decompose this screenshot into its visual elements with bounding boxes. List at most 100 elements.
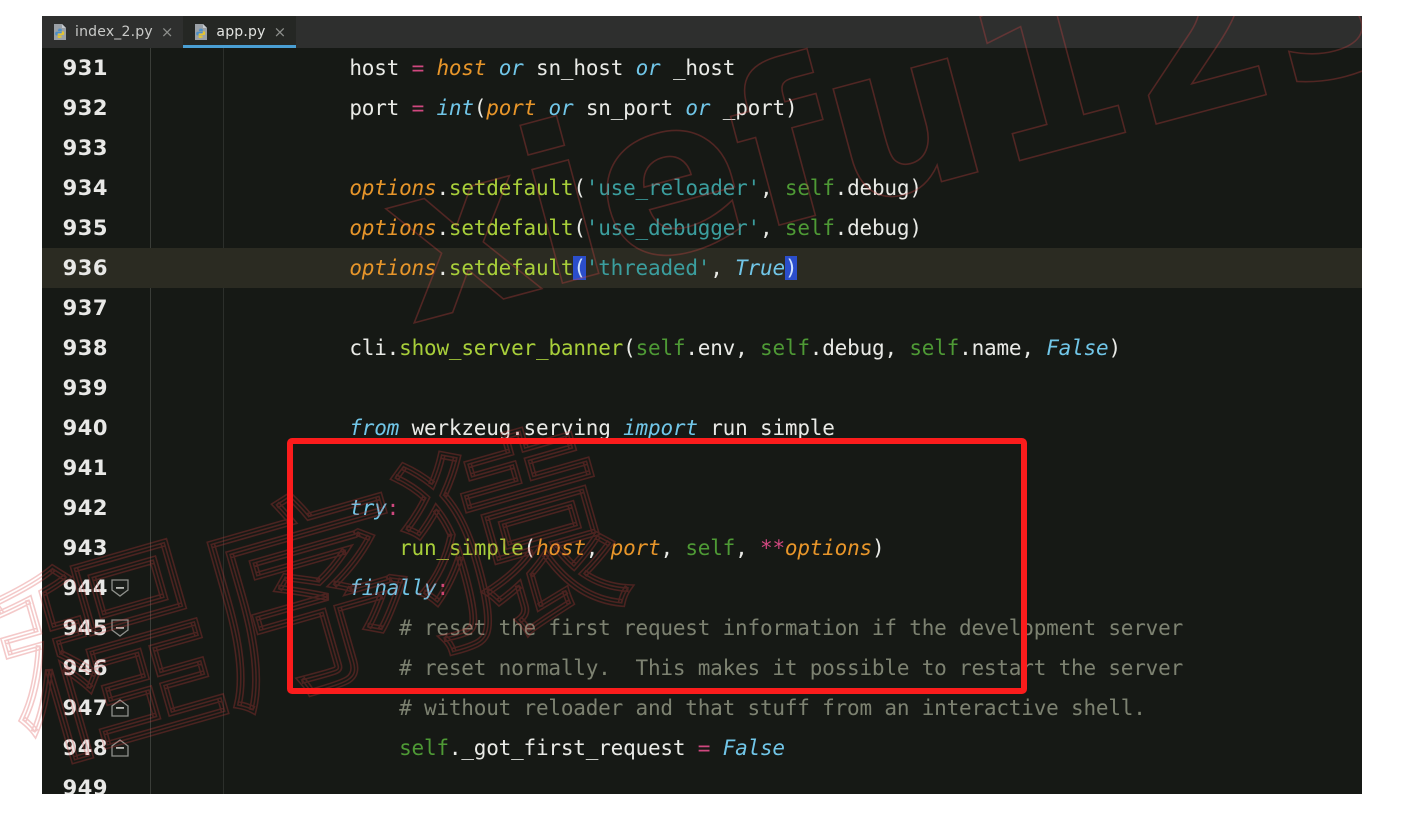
code-line-939[interactable]: 939 [42, 368, 1362, 408]
python-file-icon [193, 23, 210, 41]
code-line-list: 931 host = host or sn_host or _host 932 p… [42, 48, 1362, 794]
code-line-936[interactable]: 936 options.setdefault('threaded', True) [42, 248, 1362, 288]
fold-gutter[interactable] [111, 728, 190, 768]
code-token: or [685, 95, 711, 120]
code-line-934[interactable]: 934 options.setdefault('use_reloader', s… [42, 168, 1362, 208]
fold-marker-collapse-down-944[interactable] [111, 579, 129, 597]
code-text: try: [190, 495, 1362, 520]
code-token: port [610, 535, 661, 560]
code-line-943[interactable]: 943 run_simple(host, port, self, **optio… [42, 528, 1362, 568]
fold-gutter[interactable] [111, 568, 190, 608]
line-number: 946 [62, 656, 108, 680]
code-token: show_server_banner [399, 335, 624, 360]
code-token: .env, [685, 335, 761, 360]
code-token: cli [349, 335, 387, 360]
code-token: options [349, 255, 437, 280]
code-token: : [386, 495, 400, 520]
code-line-937[interactable]: 937 [42, 288, 1362, 328]
code-token: .debug) [834, 215, 922, 240]
fold-gutter[interactable] [120, 648, 190, 688]
fold-gutter[interactable] [120, 168, 190, 208]
code-text: port = int(port or sn_port or _port) [190, 95, 1362, 120]
fold-gutter[interactable] [120, 88, 190, 128]
code-line-941[interactable]: 941 [42, 448, 1362, 488]
fold-gutter[interactable] [120, 488, 190, 528]
code-line-949[interactable]: 949 [42, 768, 1362, 794]
fold-marker-collapse-up-947[interactable] [111, 699, 129, 717]
code-line-935[interactable]: 935 options.setdefault('use_debugger', s… [42, 208, 1362, 248]
fold-marker-collapse-down-945[interactable] [111, 619, 129, 637]
fold-gutter[interactable] [120, 448, 190, 488]
close-icon[interactable]: × [274, 24, 287, 40]
code-token: int [436, 95, 474, 120]
fold-gutter[interactable] [120, 288, 190, 328]
fold-gutter[interactable] [120, 48, 190, 88]
line-number: 931 [62, 56, 108, 80]
line-number: 936 [62, 256, 108, 280]
code-text: options.setdefault('use_reloader', self.… [190, 175, 1362, 200]
code-token: 'use_debugger' [585, 215, 760, 240]
fold-marker-collapse-up-948[interactable] [111, 739, 129, 757]
fold-gutter[interactable] [111, 688, 190, 728]
code-token: try [349, 495, 387, 520]
editor-tab-app-py[interactable]: app.py × [183, 16, 297, 48]
code-token: setdefault [448, 215, 574, 240]
code-token: port [486, 95, 537, 120]
line-number: 949 [62, 776, 108, 794]
fold-gutter[interactable] [120, 368, 190, 408]
code-line-933[interactable]: 933 [42, 128, 1362, 168]
close-icon[interactable]: × [161, 24, 174, 40]
fold-gutter[interactable] [120, 408, 190, 448]
fold-gutter[interactable] [120, 528, 190, 568]
code-line-944[interactable]: 944 finally: [42, 568, 1362, 608]
code-token: run_simple [399, 535, 524, 560]
line-number: 941 [62, 456, 108, 480]
code-token: _host [672, 55, 736, 80]
code-line-947[interactable]: 947 # without reloader and that stuff fr… [42, 688, 1362, 728]
code-line-948[interactable]: 948 self._got_first_request = False [42, 728, 1362, 768]
fold-gutter[interactable] [120, 768, 190, 794]
python-file-icon [52, 23, 69, 41]
code-token: sn_host [536, 55, 624, 80]
code-line-932[interactable]: 932 port = int(port or sn_port or _port) [42, 88, 1362, 128]
code-line-938[interactable]: 938 cli.show_server_banner(self.env, sel… [42, 328, 1362, 368]
line-number: 938 [62, 336, 108, 360]
code-token: , [735, 535, 760, 560]
code-token: # reset the first request information if… [399, 615, 1184, 640]
code-token: 'threaded' [585, 255, 711, 280]
code-token: self [685, 535, 736, 560]
code-token: or [498, 55, 524, 80]
code-line-946[interactable]: 946 # reset normally. This makes it poss… [42, 648, 1362, 688]
fold-gutter[interactable] [120, 128, 190, 168]
fold-gutter[interactable] [111, 608, 190, 648]
code-line-931[interactable]: 931 host = host or sn_host or _host [42, 48, 1362, 88]
code-token: host [436, 55, 487, 80]
code-line-945[interactable]: 945 # reset the first request informatio… [42, 608, 1362, 648]
code-token: or [548, 95, 574, 120]
code-token: host [535, 535, 586, 560]
code-line-942[interactable]: 942 try: [42, 488, 1362, 528]
code-editor[interactable]: 931 host = host or sn_host or _host 932 p… [42, 48, 1362, 794]
code-token: , [759, 175, 785, 200]
code-token: . [436, 175, 449, 200]
code-token: . [386, 335, 400, 360]
fold-gutter[interactable] [120, 248, 190, 288]
fold-gutter[interactable] [120, 208, 190, 248]
code-token: , [660, 535, 686, 560]
editor-tab-index_2-py[interactable]: index_2.py × [42, 16, 183, 48]
line-number: 943 [62, 536, 108, 560]
code-line-940[interactable]: 940 from werkzeug.serving import run_sim… [42, 408, 1362, 448]
code-text: self._got_first_request = False [190, 736, 1362, 760]
fold-gutter[interactable] [120, 328, 190, 368]
line-number: 942 [62, 496, 108, 520]
